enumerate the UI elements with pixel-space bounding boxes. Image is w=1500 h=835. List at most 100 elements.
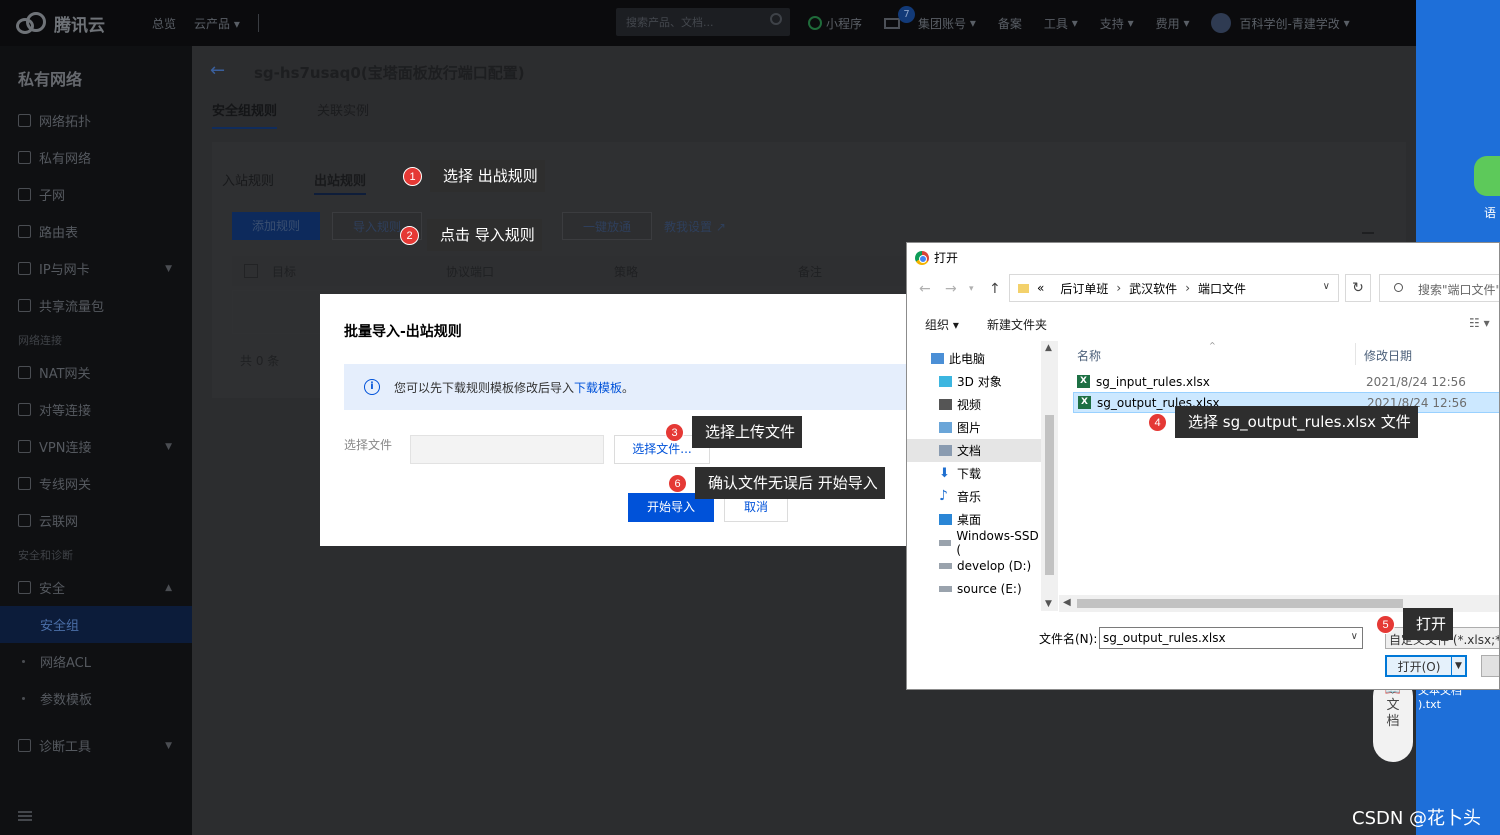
forward-arrow-icon[interactable]: →	[945, 281, 957, 297]
nav-support[interactable]: 支持 ▾	[1100, 15, 1134, 32]
sidebar-item-ip-nic[interactable]: IP与网卡 ▼	[0, 250, 192, 287]
tree-item-downloads[interactable]: ⬇ 下载	[939, 462, 1043, 485]
file-row[interactable]: X sg_input_rules.xlsx 2021/8/24 12:56	[1073, 371, 1499, 392]
select-all-checkbox[interactable]	[244, 264, 258, 278]
tree-item-this-pc[interactable]: 此电脑	[931, 347, 1035, 370]
sidebar-item-acl[interactable]: 网络ACL	[0, 643, 192, 680]
sidebar-item-route-table[interactable]: 路由表	[0, 213, 192, 250]
info-text: 您可以先下载规则模板修改后导入	[394, 380, 575, 395]
refresh-icon[interactable]: ↻	[1345, 274, 1371, 302]
cube-icon	[939, 376, 952, 387]
tutorial-link[interactable]: 教我设置 ↗	[664, 218, 726, 235]
chevron-down-icon: ▼	[165, 263, 172, 274]
tree-item-documents[interactable]: 文档	[907, 439, 1041, 462]
music-icon: ♪	[939, 488, 948, 504]
tencent-cloud-logo[interactable]: 腾讯云	[16, 11, 134, 36]
sidebar-item-param-template[interactable]: 参数模板	[0, 680, 192, 717]
tab-outbound[interactable]: 出站规则	[314, 170, 367, 195]
nav-billing[interactable]: 费用 ▾	[1156, 15, 1190, 32]
nav-divider	[257, 14, 259, 32]
tab-inbound[interactable]: 入站规则	[222, 170, 274, 195]
sidebar-item-diagnostics[interactable]: 诊断工具 ▼	[0, 727, 192, 764]
col-date-header[interactable]: 修改日期	[1364, 347, 1412, 364]
tree-item-drive-c[interactable]: Windows-SSD (	[939, 529, 1043, 557]
chevron-down-icon[interactable]: ∨	[1323, 281, 1330, 292]
sidebar-group-network: 网络连接	[18, 334, 62, 347]
address-bar[interactable]: « 后订单班 › 武汉软件 › 端口文件 ∨	[1009, 274, 1339, 302]
download-template-link[interactable]: 下载模板	[574, 379, 622, 396]
view-options-icon[interactable]: ☷ ▾	[1469, 316, 1490, 330]
chevron-down-icon[interactable]: ∨	[1351, 631, 1358, 642]
add-rule-button[interactable]: 添加规则	[232, 212, 321, 240]
nav-group-account[interactable]: 集团账号 ▾	[918, 15, 976, 32]
sidebar-item-vpc[interactable]: 私有网络	[0, 139, 192, 176]
desktop-file-label-2: ).txt	[1418, 698, 1441, 711]
up-arrow-icon[interactable]: ↑	[989, 281, 1001, 297]
nav-tools[interactable]: 工具 ▾	[1044, 15, 1078, 32]
topology-icon	[18, 114, 31, 127]
tree-item-videos[interactable]: 视频	[939, 393, 1043, 416]
search-icon	[1394, 283, 1403, 292]
tab-instances[interactable]: 关联实例	[317, 100, 369, 129]
sidebar-group-security: 安全和诊断	[18, 549, 73, 562]
sidebar-item-shared-bandwidth[interactable]: 共享流量包	[0, 287, 192, 324]
chevron-up-icon: ▲	[165, 582, 172, 593]
sidebar-item-ccn[interactable]: 云联网	[0, 502, 192, 539]
shield-icon	[18, 581, 31, 594]
sidebar-item-dc-gateway[interactable]: 专线网关	[0, 465, 192, 502]
breadcrumb-item[interactable]: 武汉软件	[1129, 280, 1177, 297]
col-port: 协议端口	[446, 264, 495, 279]
page-title: sg-hs7usaq0(宝塔面板放行端口配置)	[254, 64, 525, 82]
excel-file-icon: X	[1078, 396, 1091, 409]
nav-user[interactable]: 百科学创-青建学改 ▾	[1211, 13, 1350, 33]
folder-search-input[interactable]: 搜索"端口文件"	[1379, 274, 1499, 302]
nav-overview[interactable]: 总览	[152, 15, 176, 32]
dialog-cancel-button[interactable]	[1481, 655, 1499, 677]
sidebar-item-security-group[interactable]: 安全组	[0, 606, 192, 643]
tab-rules[interactable]: 安全组规则	[212, 100, 278, 129]
global-search-input[interactable]: 搜索产品、文档...	[616, 8, 790, 36]
desktop-app-label: 语	[1484, 206, 1497, 220]
tree-item-music[interactable]: ♪ 音乐	[939, 485, 1043, 508]
nav-beian[interactable]: 备案	[998, 15, 1022, 32]
open-dropdown-icon[interactable]: ▼	[1451, 657, 1465, 675]
back-arrow-icon[interactable]: ←	[919, 281, 931, 297]
allow-all-button[interactable]: 一键放通	[562, 212, 653, 240]
desktop-app-icon[interactable]	[1474, 156, 1500, 196]
computer-icon	[931, 353, 944, 364]
desktop-icon	[939, 514, 952, 525]
file-path-input[interactable]	[410, 435, 604, 464]
sidebar: 私有网络 网络拓扑 私有网络 子网 路由表 IP与网卡 ▼ 共享流量包 网络连接 …	[0, 46, 192, 835]
sidebar-item-vpn[interactable]: VPN连接 ▼	[0, 428, 192, 465]
nav-miniprogram[interactable]: 小程序	[808, 15, 862, 32]
nat-icon	[18, 366, 31, 379]
breadcrumb-item[interactable]: 端口文件	[1198, 280, 1246, 297]
mail-icon[interactable]: 7	[884, 5, 916, 29]
callout-3: 3 选择上传文件	[665, 416, 803, 448]
menu-collapse-icon[interactable]	[18, 811, 32, 821]
tree-item-pictures[interactable]: 图片	[939, 416, 1043, 439]
modal-title: 批量导入-出站规则	[344, 324, 462, 340]
sidebar-item-topology[interactable]: 网络拓扑	[0, 102, 192, 139]
new-folder-button[interactable]: 新建文件夹	[987, 316, 1047, 333]
breadcrumb-item[interactable]: 后订单班	[1060, 280, 1108, 297]
drive-icon	[939, 585, 952, 592]
tree-scrollbar[interactable]: ▲ ▼	[1041, 341, 1058, 611]
sidebar-item-nat[interactable]: NAT网关	[0, 354, 192, 391]
cloud-logo-icon	[16, 12, 48, 34]
sidebar-item-peering[interactable]: 对等连接	[0, 391, 192, 428]
nav-products[interactable]: 云产品 ▾	[194, 15, 240, 32]
download-icon[interactable]	[1362, 220, 1374, 234]
organize-menu[interactable]: 组织 ▾	[925, 316, 959, 333]
tree-item-drive-e[interactable]: source (E:)	[939, 577, 1043, 600]
open-button[interactable]: 打开(O) ▼	[1385, 655, 1467, 677]
tree-item-drive-d[interactable]: develop (D:)	[939, 554, 1043, 577]
sidebar-item-security[interactable]: 安全 ▲	[0, 569, 192, 606]
tree-item-3d[interactable]: 3D 对象	[939, 370, 1043, 393]
callout-4: 4 选择 sg_output_rules.xlsx 文件	[1148, 406, 1418, 438]
history-chevron-icon[interactable]: ▾	[969, 284, 974, 294]
sidebar-item-subnet[interactable]: 子网	[0, 176, 192, 213]
col-name-header[interactable]: 名称	[1077, 347, 1101, 364]
back-arrow-icon[interactable]: ←	[210, 60, 225, 81]
filename-input[interactable]: sg_output_rules.xlsx ∨	[1099, 627, 1363, 649]
